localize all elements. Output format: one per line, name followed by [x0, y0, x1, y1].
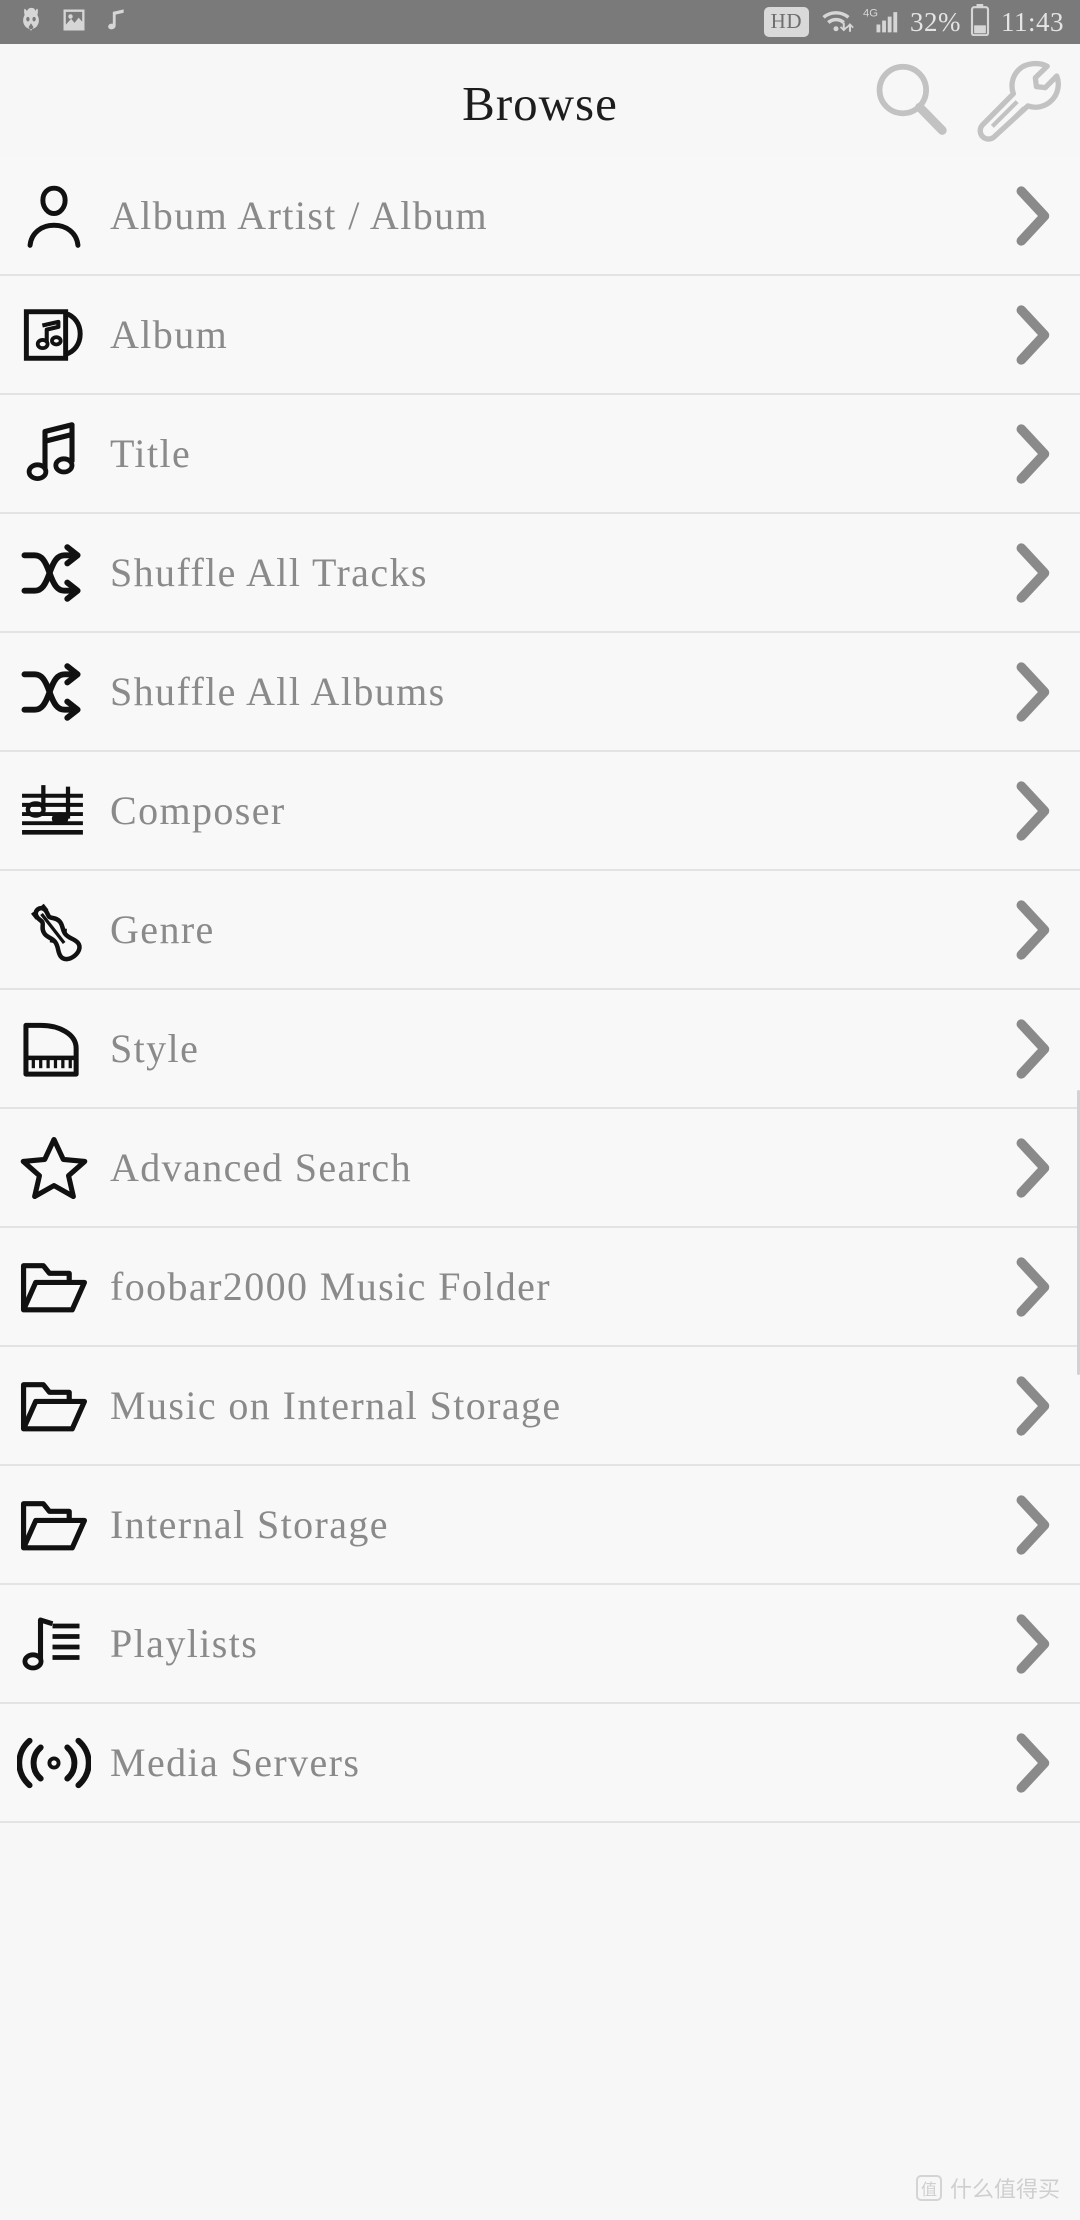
list-item-label: Shuffle All Albums [110, 669, 446, 714]
chevron-right-icon [984, 1227, 1080, 1346]
list-item-internal-storage[interactable]: Internal Storage [0, 1466, 1080, 1585]
list-item-shuffle-all-tracks[interactable]: Shuffle All Tracks [0, 514, 1080, 633]
watermark-text: 什么值得买 [949, 2177, 1060, 2202]
chevron-right-icon [984, 513, 1080, 632]
cellular-signal-icon: 4G [863, 5, 899, 40]
list-item-album[interactable]: Album [0, 276, 1080, 395]
header-action-buttons [856, 51, 1072, 151]
watermark: 值 什么值得买 [915, 2172, 1060, 2204]
chevron-right-icon [984, 1346, 1080, 1465]
chevron-right-icon [984, 989, 1080, 1108]
chevron-right-icon [984, 156, 1080, 275]
chevron-right-icon [984, 1703, 1080, 1822]
battery-icon [970, 3, 990, 41]
watermark-badge: 值 [915, 2175, 942, 2201]
list-item-label: Style [110, 1026, 200, 1071]
list-item-title[interactable]: Title [0, 395, 1080, 514]
list-item-style[interactable]: Style [0, 990, 1080, 1109]
shuffle-icon [6, 632, 102, 751]
list-item-genre[interactable]: Genre [0, 871, 1080, 990]
list-item-label: Album [110, 312, 229, 357]
list-item-label: Album Artist / Album [110, 193, 489, 238]
album-sleeve-icon [6, 275, 102, 394]
content-area: Album Artist / Album Album Title Shuffle… [0, 157, 1080, 2220]
music-staff-icon [6, 751, 102, 870]
search-button[interactable] [856, 51, 964, 151]
list-item-label: Shuffle All Tracks [110, 550, 428, 595]
folder-icon [6, 1465, 102, 1584]
foobar2000-app-icon [16, 5, 46, 40]
hd-badge: HD [763, 7, 809, 37]
browse-list: Album Artist / Album Album Title Shuffle… [0, 157, 1080, 1823]
chevron-right-icon [984, 275, 1080, 394]
wrench-icon [972, 56, 1064, 145]
list-item-label: Playlists [110, 1621, 259, 1666]
app-header: Browse [0, 44, 1080, 157]
music-note-icon [6, 394, 102, 513]
status-bar-left-icons [16, 5, 128, 40]
battery-percent-label: 32% [910, 6, 961, 37]
list-item-label: Title [110, 431, 192, 476]
status-bar: HD 4G 32% 11:43 [0, 0, 1080, 44]
grand-piano-icon [6, 989, 102, 1108]
chevron-right-icon [984, 632, 1080, 751]
music-playing-icon [102, 7, 128, 38]
wifi-icon [818, 5, 854, 40]
screenshot-icon [60, 6, 88, 39]
list-item-shuffle-all-albums[interactable]: Shuffle All Albums [0, 633, 1080, 752]
list-item-composer[interactable]: Composer [0, 752, 1080, 871]
list-item-label: foobar2000 Music Folder [110, 1264, 552, 1309]
list-item-music-on-internal-storage[interactable]: Music on Internal Storage [0, 1347, 1080, 1466]
list-item-media-servers[interactable]: Media Servers [0, 1704, 1080, 1823]
folder-icon [6, 1346, 102, 1465]
folder-icon [6, 1227, 102, 1346]
chevron-right-icon [984, 870, 1080, 989]
broadcast-icon [6, 1703, 102, 1822]
chevron-right-icon [984, 1465, 1080, 1584]
chevron-right-icon [984, 1108, 1080, 1227]
list-item-label: Music on Internal Storage [110, 1383, 562, 1428]
clock-label: 11:43 [1001, 6, 1064, 37]
network-type-label: 4G [863, 7, 878, 19]
list-item-foobar2000-music-folder[interactable]: foobar2000 Music Folder [0, 1228, 1080, 1347]
star-icon [6, 1108, 102, 1227]
list-item-label: Internal Storage [110, 1502, 389, 1547]
list-item-label: Advanced Search [110, 1145, 412, 1190]
chevron-right-icon [984, 751, 1080, 870]
chevron-right-icon [984, 394, 1080, 513]
list-item-label: Composer [110, 788, 286, 833]
list-item-advanced-search[interactable]: Advanced Search [0, 1109, 1080, 1228]
status-bar-right-icons: HD 4G 32% 11:43 [763, 3, 1064, 41]
list-item-label: Media Servers [110, 1740, 361, 1785]
list-item-album-artist-album[interactable]: Album Artist / Album [0, 157, 1080, 276]
list-item-label: Genre [110, 907, 215, 952]
person-icon [6, 156, 102, 275]
playlist-icon [6, 1584, 102, 1703]
search-icon [867, 56, 953, 145]
chevron-right-icon [984, 1584, 1080, 1703]
page-title: Browse [462, 76, 618, 131]
settings-button[interactable] [964, 51, 1072, 151]
violin-icon [6, 870, 102, 989]
shuffle-icon [6, 513, 102, 632]
list-item-playlists[interactable]: Playlists [0, 1585, 1080, 1704]
